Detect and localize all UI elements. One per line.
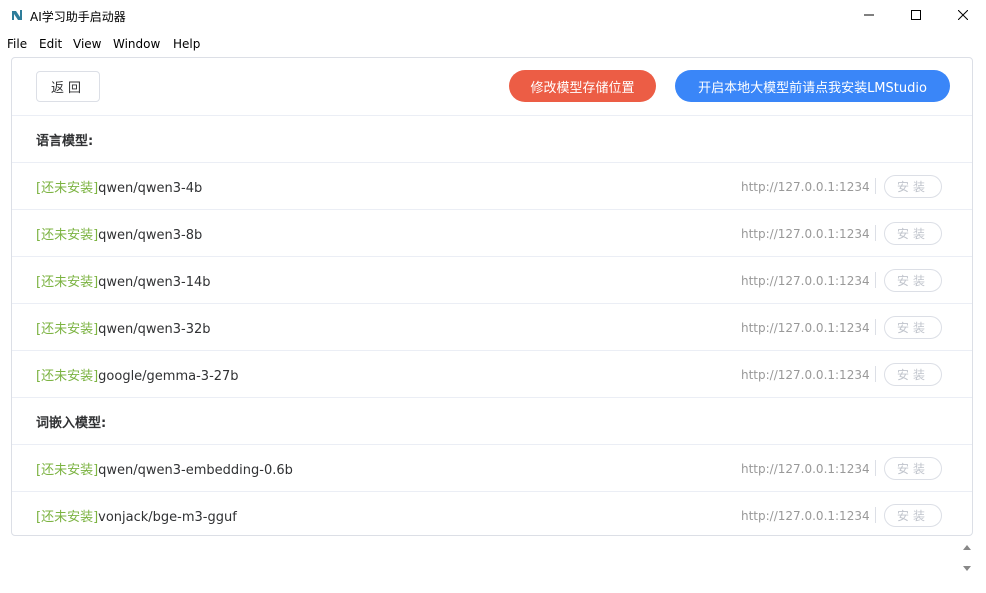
divider <box>875 319 876 335</box>
model-url: http://127.0.0.1:1234 <box>741 274 870 288</box>
model-status: [还未安装] <box>36 463 99 478</box>
model-name: qwen/qwen3-14b <box>98 275 211 290</box>
menu-edit[interactable]: Edit <box>39 37 62 51</box>
back-button[interactable]: 返回 <box>36 71 100 102</box>
install-lmstudio-button[interactable]: 开启本地大模型前请点我安装LMStudio <box>675 70 950 102</box>
close-button[interactable] <box>940 0 986 30</box>
model-row: [还未安装]qwen/qwen3-8b http://127.0.0.1:123… <box>12 209 972 257</box>
maximize-icon <box>911 10 921 20</box>
model-label: [还未安装]vonjack/bge-m3-gguf <box>36 506 237 525</box>
model-name: qwen/qwen3-embedding-0.6b <box>98 463 293 478</box>
install-button[interactable]: 安装 <box>884 504 942 527</box>
minimize-icon <box>864 14 874 16</box>
close-icon <box>958 10 968 20</box>
install-button[interactable]: 安装 <box>884 222 942 245</box>
install-button[interactable]: 安装 <box>884 457 942 480</box>
model-name: qwen/qwen3-32b <box>98 322 211 337</box>
app-logo-icon <box>12 10 22 20</box>
divider <box>875 272 876 288</box>
scroll-down-icon[interactable] <box>962 564 972 574</box>
divider <box>875 460 876 476</box>
model-url: http://127.0.0.1:1234 <box>741 462 870 476</box>
model-label: [还未安装]qwen/qwen3-embedding-0.6b <box>36 459 293 478</box>
divider <box>875 366 876 382</box>
section-header-language-models: 语言模型: <box>12 115 972 163</box>
install-button[interactable]: 安装 <box>884 316 942 339</box>
main-panel: 返回 修改模型存储位置 开启本地大模型前请点我安装LMStudio 语言模型: … <box>11 57 973 536</box>
model-label: [还未安装]qwen/qwen3-8b <box>36 224 202 243</box>
title-bar: AI学习助手启动器 <box>0 0 986 32</box>
model-row: [还未安装]vonjack/bge-m3-gguf http://127.0.0… <box>12 491 972 535</box>
menu-file[interactable]: File <box>7 37 27 51</box>
model-row: [还未安装]google/gemma-3-27b http://127.0.0.… <box>12 350 972 398</box>
section-title: 词嵌入模型: <box>36 416 107 431</box>
section-title: 语言模型: <box>36 134 94 149</box>
model-label: [还未安装]qwen/qwen3-4b <box>36 177 202 196</box>
model-row: [还未安装]qwen/qwen3-embedding-0.6b http://1… <box>12 444 972 492</box>
install-button[interactable]: 安装 <box>884 363 942 386</box>
install-button[interactable]: 安装 <box>884 269 942 292</box>
model-name: qwen/qwen3-8b <box>98 228 203 243</box>
model-url: http://127.0.0.1:1234 <box>741 321 870 335</box>
model-row: [还未安装]qwen/qwen3-4b http://127.0.0.1:123… <box>12 162 972 210</box>
maximize-button[interactable] <box>893 0 939 30</box>
divider <box>875 178 876 194</box>
model-name: qwen/qwen3-4b <box>98 181 203 196</box>
scroll-up-icon[interactable] <box>962 542 972 552</box>
toolbar: 返回 修改模型存储位置 开启本地大模型前请点我安装LMStudio <box>12 58 972 116</box>
model-name: vonjack/bge-m3-gguf <box>98 510 237 525</box>
model-status: [还未安装] <box>36 510 99 525</box>
divider <box>875 225 876 241</box>
minimize-button[interactable] <box>846 0 892 30</box>
model-status: [还未安装] <box>36 369 99 384</box>
install-button[interactable]: 安装 <box>884 175 942 198</box>
model-label: [还未安装]google/gemma-3-27b <box>36 365 239 384</box>
divider <box>875 507 876 523</box>
section-header-embedding-models: 词嵌入模型: <box>12 397 972 445</box>
model-url: http://127.0.0.1:1234 <box>741 509 870 523</box>
model-url: http://127.0.0.1:1234 <box>741 368 870 382</box>
model-row: [还未安装]qwen/qwen3-32b http://127.0.0.1:12… <box>12 303 972 351</box>
model-status: [还未安装] <box>36 181 99 196</box>
change-storage-location-button[interactable]: 修改模型存储位置 <box>509 70 656 102</box>
model-name: google/gemma-3-27b <box>98 369 239 384</box>
model-label: [还未安装]qwen/qwen3-14b <box>36 271 211 290</box>
model-status: [还未安装] <box>36 275 99 290</box>
model-status: [还未安装] <box>36 228 99 243</box>
menu-help[interactable]: Help <box>173 37 200 51</box>
model-row: [还未安装]qwen/qwen3-14b http://127.0.0.1:12… <box>12 256 972 304</box>
menu-window[interactable]: Window <box>113 37 160 51</box>
window-title: AI学习助手启动器 <box>30 10 126 24</box>
menu-view[interactable]: View <box>73 37 101 51</box>
model-url: http://127.0.0.1:1234 <box>741 180 870 194</box>
model-url: http://127.0.0.1:1234 <box>741 227 870 241</box>
model-status: [还未安装] <box>36 322 99 337</box>
model-label: [还未安装]qwen/qwen3-32b <box>36 318 211 337</box>
